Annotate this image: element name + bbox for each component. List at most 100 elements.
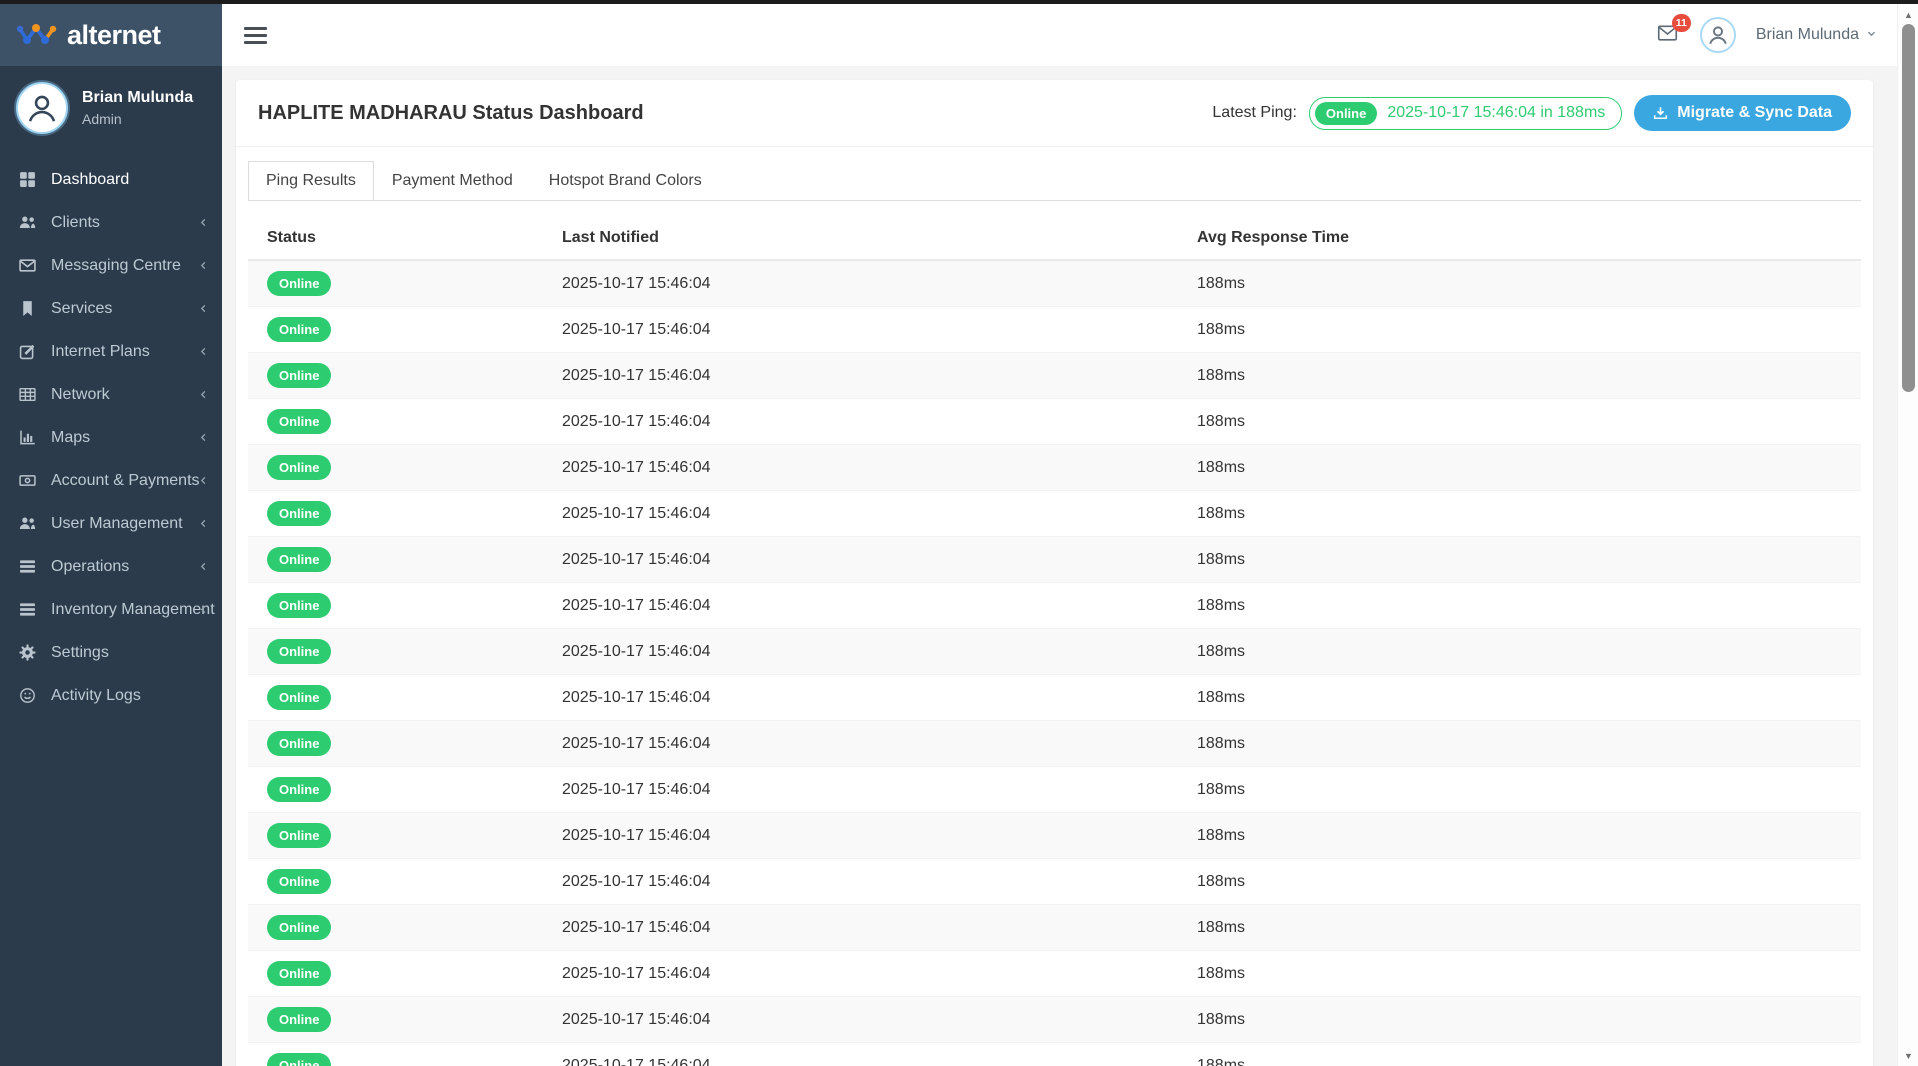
tab-payment-method[interactable]: Payment Method — [374, 161, 531, 200]
avg-response-cell: 188ms — [1178, 721, 1861, 767]
scrollbar-down-arrow-icon[interactable]: ▼ — [1898, 1051, 1918, 1061]
table-row: Online2025-10-17 15:46:04188ms — [248, 445, 1861, 491]
status-badge: Online — [267, 777, 331, 802]
status-badge: Online — [267, 823, 331, 848]
smiley-icon — [19, 687, 37, 704]
sidebar: alternet Brian Mulunda Admin Dashboard Cl… — [0, 4, 222, 1066]
sidebar-item-messaging-centre[interactable]: Messaging Centre — [0, 244, 222, 287]
user-menu[interactable]: Brian Mulunda — [1756, 26, 1877, 44]
latest-ping-pill: Online 2025-10-17 15:46:04 in 188ms — [1309, 97, 1622, 130]
stack-icon — [19, 601, 37, 618]
brand-mark-icon — [16, 21, 58, 49]
chevron-down-icon — [1866, 26, 1877, 44]
bookmark-icon — [19, 300, 37, 317]
page-scrollbar[interactable]: ▲ ▼ — [1897, 4, 1918, 1066]
migrate-sync-button[interactable]: Migrate & Sync Data — [1634, 95, 1851, 131]
status-badge: Online — [267, 455, 331, 480]
chevron-left-icon — [198, 303, 209, 314]
avg-response-cell: 188ms — [1178, 951, 1861, 997]
chevron-left-icon — [198, 432, 209, 443]
table-icon — [19, 386, 37, 403]
last-notified-cell: 2025-10-17 15:46:04 — [543, 1043, 1178, 1066]
sidebar-item-internet-plans[interactable]: Internet Plans — [0, 330, 222, 373]
chevron-left-icon — [198, 561, 209, 572]
last-notified-cell: 2025-10-17 15:46:04 — [543, 445, 1178, 491]
sidebar-item-operations[interactable]: Operations — [0, 545, 222, 588]
table-row: Online2025-10-17 15:46:04188ms — [248, 905, 1861, 951]
window-top-edge — [0, 0, 1918, 4]
column-header: Avg Response Time — [1178, 217, 1861, 260]
sidebar-toggle-icon[interactable] — [244, 25, 268, 45]
avg-response-cell: 188ms — [1178, 675, 1861, 721]
sidebar-item-account-payments[interactable]: Account & Payments — [0, 459, 222, 502]
sidebar-item-label: Activity Logs — [51, 687, 141, 705]
last-notified-cell: 2025-10-17 15:46:04 — [543, 260, 1178, 307]
last-notified-cell: 2025-10-17 15:46:04 — [543, 951, 1178, 997]
download-icon — [1653, 106, 1668, 121]
status-badge: Online — [267, 915, 331, 940]
tab-ping-results[interactable]: Ping Results — [248, 161, 374, 200]
chevron-left-icon — [198, 346, 209, 357]
sidebar-user-name: Brian Mulunda — [82, 89, 193, 107]
chart-icon — [19, 429, 37, 446]
status-badge: Online — [267, 639, 331, 664]
sidebar-item-label: Inventory Management — [51, 601, 215, 619]
sidebar-item-label: Operations — [51, 558, 129, 576]
sidebar-item-activity-logs[interactable]: Activity Logs — [0, 674, 222, 717]
brand-name: alternet — [67, 20, 161, 51]
last-notified-cell: 2025-10-17 15:46:04 — [543, 307, 1178, 353]
sidebar-item-label: Clients — [51, 214, 100, 232]
sidebar-user-role: Admin — [82, 111, 193, 127]
status-badge: Online — [267, 869, 331, 894]
brand-logo[interactable]: alternet — [0, 4, 222, 66]
sidebar-item-clients[interactable]: Clients — [0, 201, 222, 244]
page-title: HAPLITE MADHARAU Status Dashboard — [258, 102, 644, 125]
sidebar-item-label: Network — [51, 386, 110, 404]
table-row: Online2025-10-17 15:46:04188ms — [248, 951, 1861, 997]
header-user-name: Brian Mulunda — [1756, 26, 1859, 44]
latest-ping-label: Latest Ping: — [1212, 104, 1297, 122]
table-row: Online2025-10-17 15:46:04188ms — [248, 997, 1861, 1043]
chevron-left-icon — [198, 260, 209, 271]
avg-response-cell: 188ms — [1178, 1043, 1861, 1066]
last-notified-cell: 2025-10-17 15:46:04 — [543, 675, 1178, 721]
tab-hotspot-brand-colors[interactable]: Hotspot Brand Colors — [531, 161, 720, 200]
status-dashboard-card: HAPLITE MADHARAU Status Dashboard Latest… — [236, 80, 1873, 1066]
ping-results-table: StatusLast NotifiedAvg Response Time Onl… — [248, 217, 1861, 1066]
header-avatar-icon[interactable] — [1700, 17, 1736, 53]
sidebar-item-dashboard[interactable]: Dashboard — [0, 158, 222, 201]
table-row: Online2025-10-17 15:46:04188ms — [248, 859, 1861, 905]
column-header: Last Notified — [543, 217, 1178, 260]
user-avatar-icon — [16, 82, 68, 134]
table-row: Online2025-10-17 15:46:04188ms — [248, 260, 1861, 307]
migrate-sync-label: Migrate & Sync Data — [1677, 104, 1832, 122]
status-badge: Online — [267, 547, 331, 572]
avg-response-cell: 188ms — [1178, 307, 1861, 353]
grid-icon — [19, 171, 37, 188]
sidebar-item-network[interactable]: Network — [0, 373, 222, 416]
sidebar-item-inventory-management[interactable]: Inventory Management — [0, 588, 222, 631]
tab-bar: Ping ResultsPayment MethodHotspot Brand … — [248, 161, 1861, 201]
sidebar-item-settings[interactable]: Settings — [0, 631, 222, 674]
chevron-left-icon — [198, 475, 209, 486]
avg-response-cell: 188ms — [1178, 813, 1861, 859]
last-notified-cell: 2025-10-17 15:46:04 — [543, 399, 1178, 445]
chevron-left-icon — [198, 604, 209, 615]
table-row: Online2025-10-17 15:46:04188ms — [248, 629, 1861, 675]
sidebar-item-label: Internet Plans — [51, 343, 150, 361]
status-badge: Online — [267, 501, 331, 526]
status-badge: Online — [267, 363, 331, 388]
messages-icon[interactable]: 11 — [1655, 23, 1680, 48]
table-row: Online2025-10-17 15:46:04188ms — [248, 307, 1861, 353]
sidebar-item-maps[interactable]: Maps — [0, 416, 222, 459]
last-notified-cell: 2025-10-17 15:46:04 — [543, 721, 1178, 767]
chevron-left-icon — [198, 518, 209, 529]
status-badge: Online — [267, 1053, 331, 1066]
scrollbar-up-arrow-icon[interactable]: ▲ — [1898, 10, 1918, 20]
avg-response-cell: 188ms — [1178, 583, 1861, 629]
avg-response-cell: 188ms — [1178, 537, 1861, 583]
last-notified-cell: 2025-10-17 15:46:04 — [543, 859, 1178, 905]
sidebar-item-services[interactable]: Services — [0, 287, 222, 330]
scrollbar-thumb[interactable] — [1902, 24, 1915, 392]
sidebar-item-user-management[interactable]: User Management — [0, 502, 222, 545]
